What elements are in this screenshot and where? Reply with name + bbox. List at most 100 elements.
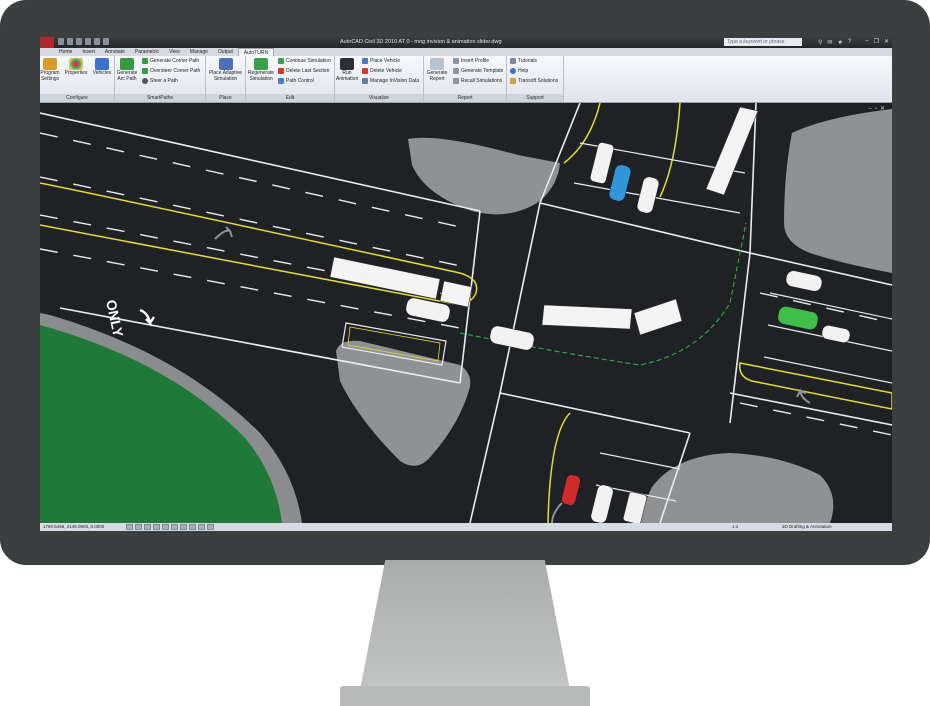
template-icon — [453, 68, 459, 74]
path-control-button[interactable]: Path Control — [278, 77, 314, 85]
recall-icon — [453, 78, 459, 84]
delete-section-icon — [278, 68, 284, 74]
restore-icon[interactable]: ❐ — [874, 38, 879, 45]
tab-manage[interactable]: Manage — [185, 48, 213, 56]
film-icon — [340, 58, 354, 70]
program-settings-button[interactable]: Program Settings — [40, 58, 60, 82]
application-menu-button[interactable] — [40, 37, 54, 48]
snap-toggle[interactable] — [126, 524, 133, 530]
ribbon-tabs: Home Insert Annotate Parametric View Man… — [40, 48, 892, 56]
undo-icon[interactable] — [94, 38, 100, 45]
panel-configure: Program Settings Properties Vehicles Con… — [40, 56, 115, 102]
generate-template-button[interactable]: Generate Template — [453, 67, 503, 75]
dyn-toggle[interactable] — [189, 524, 196, 530]
grid-toggle[interactable] — [135, 524, 142, 530]
lwt-toggle[interactable] — [198, 524, 205, 530]
arc-path-icon — [120, 58, 134, 70]
panel-title-support: Support — [507, 94, 563, 102]
recall-simulations-button[interactable]: Recall Simulations — [453, 77, 502, 85]
ortho-toggle[interactable] — [144, 524, 151, 530]
open-icon[interactable] — [67, 38, 73, 45]
otrack-toggle[interactable] — [171, 524, 178, 530]
print-icon[interactable] — [85, 38, 91, 45]
qp-toggle[interactable] — [207, 524, 214, 530]
search-input[interactable]: Type a keyword or phrase — [724, 38, 802, 46]
regenerate-simulation-button[interactable]: Regenerate Simulation — [247, 58, 275, 82]
panel-title-smartpaths: SmartPaths — [115, 94, 205, 102]
adaptive-simulation-icon — [218, 58, 233, 70]
delete-vehicle-button[interactable]: Delete Vehicle — [362, 67, 402, 75]
tab-parametric[interactable]: Parametric — [130, 48, 164, 56]
status-bar: 1760.5456, 2146.0503, 0.0000 1:1 2D Draf… — [40, 523, 892, 531]
oversteer-icon — [142, 68, 148, 74]
minimize-icon[interactable]: – — [865, 38, 868, 45]
help-icon[interactable]: ? — [848, 39, 851, 46]
favorites-icon[interactable]: ★ — [837, 39, 842, 46]
binoculars-icon[interactable]: ⚲ — [818, 39, 822, 46]
new-icon[interactable] — [58, 38, 64, 45]
help-circle-icon — [510, 68, 516, 74]
drawing-canvas[interactable]: ONLY –▫✕ — [40, 103, 892, 523]
workspace-switch[interactable]: 2D Drafting & Annotation — [782, 523, 832, 531]
properties-button[interactable]: Properties — [64, 58, 88, 77]
transoft-solutions-button[interactable]: Transoft Solutions — [510, 77, 558, 85]
tab-output[interactable]: Output — [213, 48, 238, 56]
generate-corner-path-button[interactable]: Generate Corner Path — [142, 57, 199, 65]
communication-icon[interactable]: ✉ — [827, 39, 832, 46]
coordinate-readout: 1760.5456, 2146.0503, 0.0000 — [43, 524, 105, 529]
close-icon[interactable]: ✕ — [884, 38, 889, 45]
tutorials-button[interactable]: Tutorials — [510, 57, 537, 65]
tab-insert[interactable]: Insert — [77, 48, 100, 56]
panel-edit: Regenerate Simulation Continue Simulatio… — [246, 56, 335, 102]
place-adaptive-simulation-button[interactable]: Place Adaptive Simulation — [207, 58, 244, 82]
run-animation-button[interactable]: Run Animation — [336, 58, 358, 82]
corner-path-icon — [142, 58, 148, 64]
tab-autoturn[interactable]: AutoTURN — [237, 48, 275, 56]
tab-view[interactable]: View — [164, 48, 185, 56]
ribbon: Program Settings Properties Vehicles Con… — [40, 56, 892, 103]
invision-data-icon — [362, 78, 368, 84]
annotation-scale[interactable]: 1:1 — [732, 523, 738, 531]
vehicle-icon — [95, 58, 109, 70]
steering-wheel-icon — [142, 78, 148, 84]
viewport-controls[interactable]: –▫✕ — [869, 105, 889, 112]
monitor-stand-neck — [360, 560, 570, 690]
panel-place: Place Adaptive Simulation Place — [206, 56, 246, 102]
vehicles-button[interactable]: Vehicles — [91, 58, 113, 77]
panel-title-place: Place — [206, 94, 245, 102]
transoft-icon — [510, 78, 516, 84]
window-title: AutoCAD Civil 3D 2010 AT 0 - mng invisio… — [340, 39, 502, 45]
delete-last-section-button[interactable]: Delete Last Section — [278, 67, 329, 75]
panel-title-visualize: Visualize — [335, 94, 423, 102]
profile-icon — [453, 58, 459, 64]
generate-arc-path-button[interactable]: Generate Arc Path — [116, 58, 138, 82]
panel-visualize: Run Animation Place Vehicle Delete Vehic… — [335, 56, 424, 102]
save-icon[interactable] — [76, 38, 82, 45]
delete-vehicle-icon — [362, 68, 368, 74]
tab-home[interactable]: Home — [54, 48, 77, 56]
manage-invision-data-button[interactable]: Manage InVision Data — [362, 77, 419, 85]
help-button[interactable]: Help — [510, 67, 528, 75]
panel-title-edit: Edit — [246, 94, 334, 102]
palette-icon — [69, 58, 83, 70]
steer-a-path-button[interactable]: Steer a Path — [142, 77, 178, 85]
application-window: AutoCAD Civil 3D 2010 AT 0 - mng invisio… — [40, 37, 892, 531]
regenerate-icon — [254, 58, 268, 70]
redo-icon[interactable] — [103, 38, 109, 45]
monitor-stand-base — [340, 686, 590, 706]
oversteer-corner-path-button[interactable]: Oversteer Corner Path — [142, 67, 200, 75]
continue-simulation-button[interactable]: Continue Simulation — [278, 57, 331, 65]
place-vehicle-button[interactable]: Place Vehicle — [362, 57, 400, 65]
report-icon — [430, 58, 444, 70]
polar-toggle[interactable] — [153, 524, 160, 530]
ducs-toggle[interactable] — [180, 524, 187, 530]
panel-support: Tutorials Help Transoft Solutions Suppor… — [507, 56, 564, 102]
drafting-toggles — [126, 524, 214, 530]
osnap-toggle[interactable] — [162, 524, 169, 530]
generate-report-button[interactable]: Generate Report — [425, 58, 449, 82]
path-control-icon — [278, 78, 284, 84]
insert-profile-button[interactable]: Insert Profile — [453, 57, 489, 65]
quick-access-toolbar — [58, 38, 109, 45]
panel-smartpaths: Generate Arc Path Generate Corner Path O… — [115, 56, 206, 102]
tab-annotate[interactable]: Annotate — [100, 48, 130, 56]
